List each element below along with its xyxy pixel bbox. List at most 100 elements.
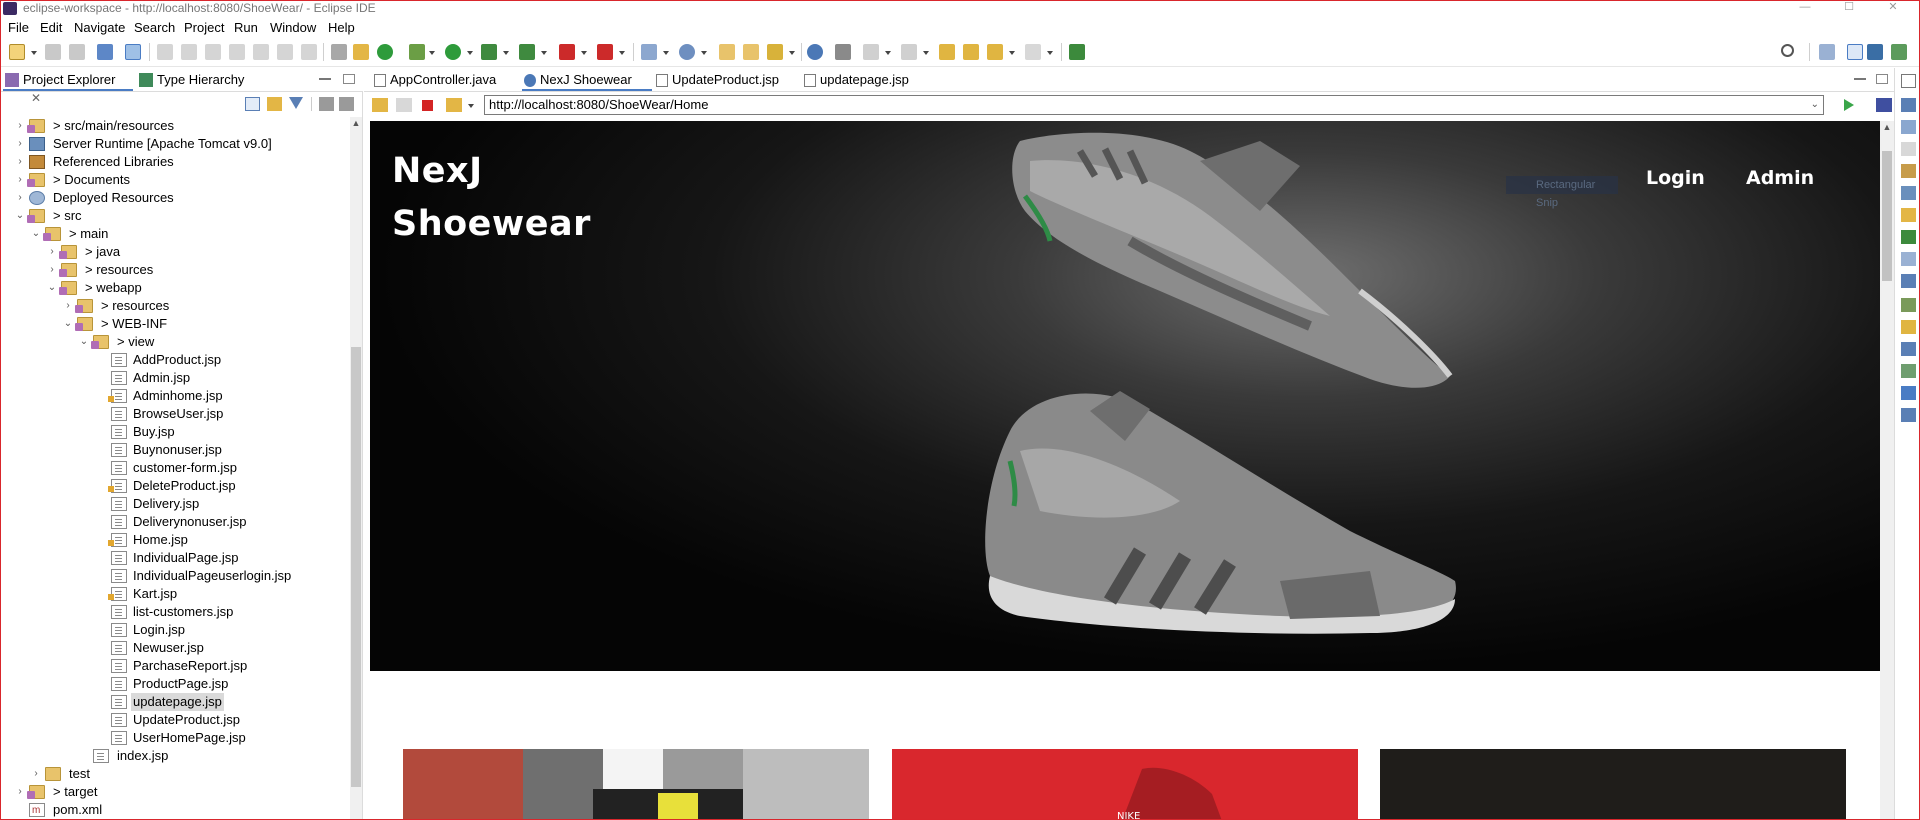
server-start-icon[interactable]	[377, 44, 393, 60]
product-card[interactable]	[403, 749, 869, 819]
java-ee-perspective-icon[interactable]	[1847, 44, 1863, 60]
stop-icon[interactable]	[559, 44, 575, 60]
tree-item[interactable]: › Deployed Resources	[1, 189, 351, 207]
external-tools-icon[interactable]	[519, 44, 535, 60]
tree-item[interactable]: DeleteProduct.jsp	[1, 477, 351, 495]
tree-item[interactable]: Deliverynonuser.jsp	[1, 513, 351, 531]
open-external-browser-icon[interactable]	[1876, 98, 1892, 112]
project-tree-scrollbar[interactable]: ▲	[350, 117, 362, 819]
tree-item[interactable]: Adminhome.jsp	[1, 387, 351, 405]
disconnect-icon[interactable]	[229, 44, 245, 60]
menu-search[interactable]: Search	[134, 20, 175, 36]
tab-type-hierarchy[interactable]: Type Hierarchy	[137, 71, 257, 91]
open-type-icon[interactable]	[719, 44, 735, 60]
scroll-thumb[interactable]	[351, 347, 361, 787]
next-annotation-icon[interactable]	[863, 44, 879, 60]
collapsed-chevron-icon[interactable]: ›	[15, 117, 25, 135]
console-icon[interactable]	[1901, 274, 1916, 288]
panel-options-icon[interactable]	[339, 97, 354, 111]
suspend-icon[interactable]	[181, 44, 197, 60]
servers-icon[interactable]	[1901, 186, 1916, 200]
menu-project[interactable]: Project	[184, 20, 224, 36]
tree-item[interactable]: ⌄ > main	[1, 225, 351, 243]
run-dropdown-icon[interactable]	[467, 51, 473, 55]
tree-item[interactable]: › > src/main/resources	[1, 117, 351, 135]
previous-annotation-dropdown-icon[interactable]	[923, 51, 929, 55]
tree-item[interactable]: updatepage.jsp	[1, 693, 351, 711]
task-icon[interactable]	[835, 44, 851, 60]
url-dropdown-icon[interactable]: ⌄	[1811, 96, 1819, 114]
external-tools-dropdown-icon[interactable]	[541, 51, 547, 55]
link-with-editor-icon[interactable]	[267, 97, 282, 111]
tree-item[interactable]: ⌄ > view	[1, 333, 351, 351]
minimize-button[interactable]: —	[1785, 1, 1825, 15]
tab-updatepage[interactable]: updatepage.jsp	[802, 71, 932, 91]
next-annotation-dropdown-icon[interactable]	[885, 51, 891, 55]
previous-annotation-icon[interactable]	[901, 44, 917, 60]
nav-admin-link[interactable]: Admin	[1746, 167, 1814, 189]
step-return-icon[interactable]	[301, 44, 317, 60]
browser-stop-icon[interactable]	[422, 100, 433, 111]
tree-item[interactable]: › > Documents	[1, 171, 351, 189]
tree-item[interactable]: IndividualPageuserlogin.jsp	[1, 567, 351, 585]
tree-item[interactable]: Kart.jsp	[1, 585, 351, 603]
markers-icon[interactable]	[1901, 142, 1916, 156]
new-java-dropdown-icon[interactable]	[663, 51, 669, 55]
history-icon[interactable]	[1901, 364, 1916, 378]
menu-help[interactable]: Help	[328, 20, 355, 36]
new-java-project-icon[interactable]	[641, 44, 657, 60]
snippets-icon[interactable]	[1901, 230, 1916, 244]
properties-icon[interactable]	[1901, 164, 1916, 178]
resume-icon[interactable]	[157, 44, 173, 60]
tree-item[interactable]: Admin.jsp	[1, 369, 351, 387]
expanded-chevron-icon[interactable]: ⌄	[47, 279, 57, 297]
collapsed-chevron-icon[interactable]: ›	[63, 297, 73, 315]
collapsed-chevron-icon[interactable]: ›	[15, 783, 25, 801]
coverage-dropdown-icon[interactable]	[503, 51, 509, 55]
tree-item[interactable]: Buynonuser.jsp	[1, 441, 351, 459]
coverage-icon[interactable]	[481, 44, 497, 60]
menu-edit[interactable]: Edit	[40, 20, 62, 36]
collapsed-chevron-icon[interactable]: ›	[47, 243, 57, 261]
filter-icon[interactable]	[289, 97, 303, 109]
open-browser-icon[interactable]	[807, 44, 823, 60]
stop-server-dropdown-icon[interactable]	[619, 51, 625, 55]
pin-editor-icon[interactable]	[1069, 44, 1085, 60]
expanded-chevron-icon[interactable]: ⌄	[63, 315, 73, 333]
tab-nexj-shoewear[interactable]: NexJ Shoewear ✕	[522, 71, 652, 105]
tree-item[interactable]: Home.jsp	[1, 531, 351, 549]
terminate-icon[interactable]	[205, 44, 221, 60]
stop-dropdown-icon[interactable]	[581, 51, 587, 55]
progress-icon[interactable]	[1901, 298, 1916, 312]
tree-item[interactable]: pom.xml	[1, 801, 351, 819]
new-dropdown-icon[interactable]	[31, 51, 37, 55]
collapsed-chevron-icon[interactable]: ›	[15, 189, 25, 207]
new-package-icon[interactable]	[679, 44, 695, 60]
search-view-icon[interactable]	[1901, 320, 1916, 334]
browser-forward-icon[interactable]	[396, 98, 412, 112]
toggle-mode-icon[interactable]	[125, 44, 141, 60]
terminal-icon[interactable]	[97, 44, 113, 60]
page-scrollbar[interactable]: ▲	[1880, 121, 1894, 819]
search-icon[interactable]	[1781, 44, 1794, 57]
new-icon[interactable]	[9, 44, 25, 60]
collapse-all-icon[interactable]	[245, 97, 260, 111]
menu-run[interactable]: Run	[234, 20, 258, 36]
tree-item[interactable]: ⌄ > WEB-INF	[1, 315, 351, 333]
minimize-panel-icon[interactable]	[319, 78, 331, 80]
task-list-icon[interactable]	[1901, 120, 1916, 134]
tree-item[interactable]: UserHomePage.jsp	[1, 729, 351, 747]
navigator-icon[interactable]	[1901, 408, 1916, 422]
tab-appcontroller[interactable]: AppController.java	[372, 71, 512, 91]
collapsed-chevron-icon[interactable]: ›	[15, 153, 25, 171]
data-source-icon[interactable]	[1901, 208, 1916, 222]
terminal-view-icon[interactable]	[1901, 386, 1916, 400]
restore-icon[interactable]	[1901, 74, 1916, 88]
search-tool-dropdown-icon[interactable]	[789, 51, 795, 55]
tab-project-explorer[interactable]: Project Explorer ✕	[3, 71, 133, 105]
step-over-icon[interactable]	[277, 44, 293, 60]
maximize-editor-icon[interactable]	[1876, 74, 1888, 84]
tree-item[interactable]: BrowseUser.jsp	[1, 405, 351, 423]
tree-item[interactable]: › > java	[1, 243, 351, 261]
tree-item[interactable]: Login.jsp	[1, 621, 351, 639]
